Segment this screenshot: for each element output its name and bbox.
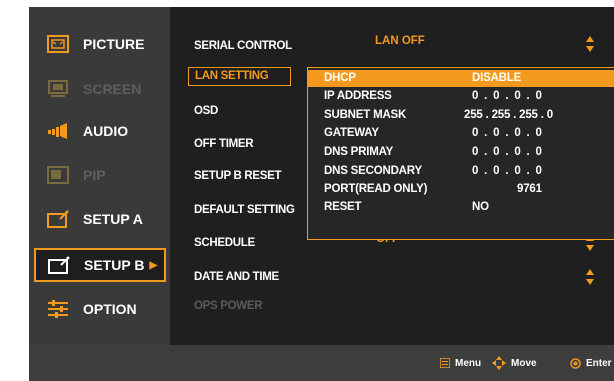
lan-row-value: 0 . 0 . 0 . 0 <box>472 127 542 139</box>
menu-item-schedule[interactable]: SCHEDULE <box>194 237 255 249</box>
lan-row-value: NO <box>472 201 489 213</box>
sidebar-item-label: SETUP A <box>83 211 143 227</box>
enter-icon <box>570 357 581 369</box>
lan-setting-popup: DHCP DISABLE IP ADDRESS 0 . 0 . 0 . 0 SU… <box>307 67 614 240</box>
lan-row-label: DHCP <box>324 72 356 84</box>
sidebar-item-label: SETUP B <box>84 257 145 273</box>
serial-control-value[interactable]: LAN OFF <box>375 35 425 47</box>
setup-b-icon <box>48 256 70 274</box>
pip-icon <box>47 166 69 184</box>
lan-row-dhcp[interactable]: DHCP DISABLE <box>308 70 614 87</box>
footer-move-hint: Move <box>492 345 537 381</box>
footer-enter-hint: Enter <box>570 345 612 381</box>
lan-row-value: 0 . 0 . 0 . 0 <box>472 90 542 102</box>
menu-item-date-and-time[interactable]: DATE AND TIME <box>194 271 279 283</box>
menu-item-lan-setting[interactable]: LAN SETTING <box>188 67 291 86</box>
lan-row-label: DNS SECONDARY <box>324 165 422 177</box>
lan-row-subnet-mask[interactable]: SUBNET MASK 255 . 255 . 255 . 0 <box>308 107 614 124</box>
lan-row-value: 255 . 255 . 255 . 0 <box>464 109 553 121</box>
lan-row-label: DNS PRIMAY <box>324 146 394 158</box>
footer-menu-hint: Menu <box>440 345 481 381</box>
lan-row-label: PORT(READ ONLY) <box>324 183 428 195</box>
option-icon <box>47 300 69 318</box>
footer-enter-label: Enter <box>586 357 612 369</box>
sidebar-item-picture[interactable]: PICTURE <box>35 27 167 61</box>
lan-row-dns-primary[interactable]: DNS PRIMAY 0 . 0 . 0 . 0 <box>308 144 614 161</box>
lan-row-value: 9761 <box>517 183 542 195</box>
sidebar-item-setup-b[interactable]: SETUP B ▶ <box>34 248 166 282</box>
sidebar-item-setup-a[interactable]: SETUP A <box>35 202 167 236</box>
footer-bar: Menu Move Enter <box>29 345 614 381</box>
audio-icon <box>47 122 69 140</box>
lan-row-value: DISABLE <box>472 72 522 84</box>
up-down-arrow-icon[interactable] <box>586 36 594 52</box>
move-arrows-icon <box>492 356 506 370</box>
footer-move-label: Move <box>511 357 537 369</box>
menu-item-setup-b-reset[interactable]: SETUP B RESET <box>194 170 282 182</box>
lan-row-label: IP ADDRESS <box>324 90 392 102</box>
sidebar-item-label: SCREEN <box>83 81 142 97</box>
menu-item-osd[interactable]: OSD <box>194 105 218 117</box>
lan-row-port: PORT(READ ONLY) 9761 <box>308 181 614 198</box>
setup-a-icon <box>47 210 69 228</box>
footer-menu-label: Menu <box>455 357 482 369</box>
menu-item-off-timer[interactable]: OFF TIMER <box>194 138 254 150</box>
lan-row-label: SUBNET MASK <box>324 109 407 121</box>
lan-row-label: RESET <box>324 201 362 213</box>
menu-item-default-setting[interactable]: DEFAULT SETTING <box>194 204 295 216</box>
lan-row-value: 0 . 0 . 0 . 0 <box>472 146 542 158</box>
chevron-right-icon: ▶ <box>149 259 158 271</box>
lan-row-dns-secondary[interactable]: DNS SECONDARY 0 . 0 . 0 . 0 <box>308 163 614 180</box>
sidebar-item-label: OPTION <box>83 301 137 317</box>
sidebar-item-label: PIP <box>83 167 106 183</box>
sidebar-item-option[interactable]: OPTION <box>35 292 167 326</box>
sidebar-item-screen[interactable]: SCREEN <box>35 72 167 106</box>
screen-icon <box>47 80 69 98</box>
sidebar-item-label: AUDIO <box>83 123 129 139</box>
up-down-arrow-icon[interactable] <box>586 269 594 285</box>
menu-item-ops-power[interactable]: OPS POWER <box>194 300 263 312</box>
lan-row-ip-address[interactable]: IP ADDRESS 0 . 0 . 0 . 0 <box>308 88 614 105</box>
lan-row-value: 0 . 0 . 0 . 0 <box>472 165 542 177</box>
osd-window: PICTURE SCREEN AUDIO PIP SETUP A SETUP B… <box>29 7 614 381</box>
menu-icon <box>440 358 450 368</box>
menu-item-serial-control[interactable]: SERIAL CONTROL <box>194 40 292 52</box>
picture-icon <box>47 35 69 53</box>
sidebar-item-label: PICTURE <box>83 36 145 52</box>
lan-row-label: GATEWAY <box>324 127 379 139</box>
lan-row-reset[interactable]: RESET NO <box>308 199 614 216</box>
lan-row-gateway[interactable]: GATEWAY 0 . 0 . 0 . 0 <box>308 125 614 142</box>
sidebar-item-audio[interactable]: AUDIO <box>35 114 167 148</box>
sidebar-item-pip[interactable]: PIP <box>35 158 167 192</box>
sidebar: PICTURE SCREEN AUDIO PIP SETUP A SETUP B… <box>29 7 170 345</box>
